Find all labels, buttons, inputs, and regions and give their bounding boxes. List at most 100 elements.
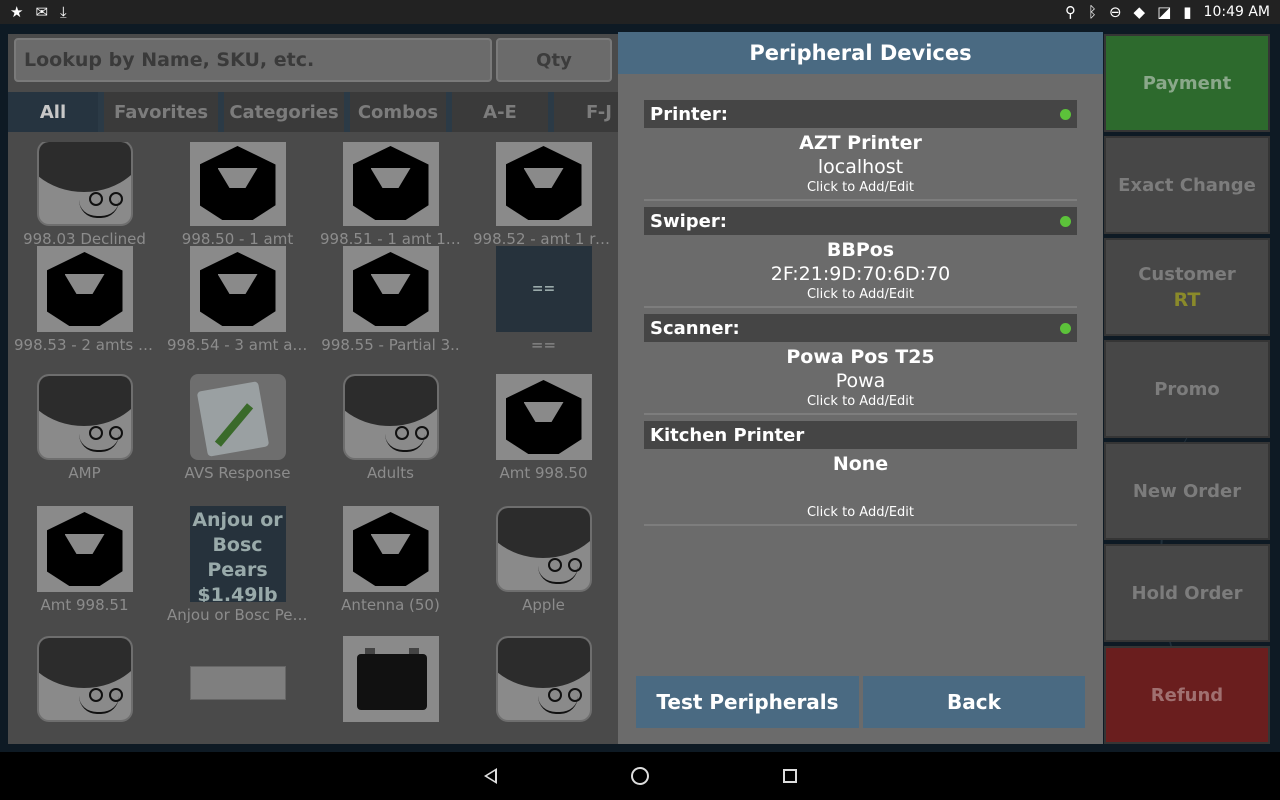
product-tile[interactable]: == == <box>467 246 618 354</box>
logo-shape <box>199 252 276 326</box>
tab-combos[interactable]: Combos <box>350 92 446 132</box>
tab-all[interactable]: All <box>8 92 98 132</box>
product-panel: Qty All Favorites Categories Combos A-E … <box>8 34 618 744</box>
product-logo-icon <box>342 506 439 592</box>
refund-button-label: Refund <box>1150 684 1224 706</box>
product-tile[interactable]: AVS Response <box>161 374 314 482</box>
logo-shape <box>505 146 582 220</box>
hold-order-button[interactable]: Hold Order <box>1104 544 1270 642</box>
peripheral-devices-dialog: Peripheral Devices Printer: AZT Printer … <box>618 32 1103 744</box>
exact-change-button[interactable]: Exact Change <box>1104 136 1270 234</box>
home-icon[interactable] <box>620 756 660 796</box>
product-tile[interactable]: 998.50 - 1 amt <box>161 142 314 248</box>
order-actions: Payment Exact Change Customer RT Promo N… <box>1104 34 1270 744</box>
device-name: None <box>832 453 889 475</box>
product-tile[interactable]: AMP <box>8 374 161 482</box>
product-text-thumb: == <box>495 246 592 332</box>
printer-section[interactable]: Printer: AZT Printer localhost Click to … <box>644 100 1077 201</box>
product-tile[interactable]: Antenna (50) <box>314 506 467 614</box>
product-tile[interactable]: Apple <box>467 506 618 614</box>
add-edit-link[interactable]: Click to Add/Edit <box>644 394 1077 409</box>
scanner-section[interactable]: Scanner: Powa Pos T25 Powa Click to Add/… <box>644 314 1077 415</box>
signal-off-icon: ◪ <box>1157 2 1172 21</box>
do-not-disturb-icon: ⊖ <box>1108 2 1122 21</box>
tab-a-e[interactable]: A-E <box>452 92 548 132</box>
customer-button[interactable]: Customer RT <box>1104 238 1270 336</box>
back-button[interactable]: Back <box>863 676 1085 728</box>
kitchen-printer-section[interactable]: Kitchen Printer None Click to Add/Edit <box>644 421 1077 526</box>
clock: 10:49 AM <box>1203 4 1270 20</box>
payment-button-label: Payment <box>1142 72 1232 94</box>
device-detail: 2F:21:9D:70:6D:70 <box>770 263 951 285</box>
section-header-label: Swiper: <box>650 210 727 232</box>
product-label: 998.55 - Partial 3.. <box>321 336 460 354</box>
logo-shape <box>46 252 123 326</box>
product-logo-icon <box>342 246 439 332</box>
divider <box>644 524 1077 526</box>
product-tile[interactable]: Anjou or Bosc Pears $1.49lb Anjou or Bosc… <box>161 506 314 624</box>
product-label: Adults <box>367 464 414 482</box>
notepad-icon <box>189 374 286 460</box>
logo-shape <box>352 146 429 220</box>
back-icon[interactable] <box>470 756 510 796</box>
product-tile[interactable] <box>467 636 618 722</box>
product-tile[interactable]: 998.53 - 2 amts a.. <box>8 246 161 354</box>
tab-f-j[interactable]: F-J <box>554 92 618 132</box>
star-icon: ★ <box>10 2 24 21</box>
face-feature <box>78 696 119 714</box>
product-tile[interactable] <box>161 636 314 700</box>
refund-button[interactable]: Refund <box>1104 646 1270 744</box>
default-face-icon <box>342 374 439 460</box>
product-grid: 998.03 Declined 998.50 - 1 amt 998.51 - 1 … <box>8 142 618 744</box>
product-tile[interactable] <box>8 636 161 722</box>
device-name: AZT Printer <box>799 132 922 154</box>
product-tile[interactable]: Amt 998.50 <box>467 374 618 482</box>
face-feature <box>78 200 119 218</box>
add-edit-link[interactable]: Click to Add/Edit <box>644 505 1077 520</box>
product-label: Amt 998.51 <box>40 596 129 614</box>
logo-shape <box>199 146 276 220</box>
recents-icon[interactable] <box>770 756 810 796</box>
connected-status-dot <box>1060 215 1071 227</box>
product-tile[interactable] <box>314 636 467 722</box>
wifi-icon: ◆ <box>1133 2 1146 21</box>
payment-button[interactable]: Payment <box>1104 34 1270 132</box>
product-tile[interactable]: 998.55 - Partial 3.. <box>314 246 467 354</box>
product-logo-icon <box>36 506 133 592</box>
face-feature <box>384 434 425 452</box>
add-edit-link[interactable]: Click to Add/Edit <box>644 180 1077 195</box>
product-text-thumb: Anjou or Bosc Pears $1.49lb <box>189 506 286 602</box>
section-header-label: Scanner: <box>650 317 740 339</box>
tab-favorites[interactable]: Favorites <box>104 92 218 132</box>
connected-status-dot <box>1060 108 1071 120</box>
product-tile[interactable]: 998.51 - 1 amt 1 re.. <box>314 142 467 248</box>
tab-categories[interactable]: Categories <box>224 92 344 132</box>
section-header-label: Printer: <box>650 103 728 125</box>
device-name: BBPos <box>826 239 895 261</box>
divider <box>644 413 1077 415</box>
logo-shape <box>505 380 582 454</box>
product-tile[interactable]: Adults <box>314 374 467 482</box>
test-peripherals-button[interactable]: Test Peripherals <box>636 676 859 728</box>
product-tile[interactable]: 998.54 - 3 amt an.. <box>161 246 314 354</box>
add-edit-link[interactable]: Click to Add/Edit <box>644 287 1077 302</box>
product-tile[interactable]: Amt 998.51 <box>8 506 161 614</box>
qty-button[interactable]: Qty <box>496 38 612 82</box>
section-header: Kitchen Printer <box>644 421 1077 449</box>
swiper-section[interactable]: Swiper: BBPos 2F:21:9D:70:6D:70 Click to… <box>644 207 1077 308</box>
product-label: 998.53 - 2 amts a.. <box>14 336 157 354</box>
battery-body <box>356 648 427 710</box>
product-tile[interactable]: 998.52 - amt 1 rec.. <box>467 142 618 248</box>
face-feature <box>537 696 578 714</box>
new-order-button[interactable]: New Order <box>1104 442 1270 540</box>
divider <box>644 199 1077 201</box>
search-input[interactable] <box>14 38 492 82</box>
default-face-icon <box>36 374 133 460</box>
product-logo-icon <box>189 142 286 226</box>
promo-button[interactable]: Promo <box>1104 340 1270 438</box>
product-tile[interactable]: 998.03 Declined <box>8 142 161 248</box>
device-name: Powa Pos T25 <box>786 346 935 368</box>
product-logo-icon <box>495 142 592 226</box>
section-header: Printer: <box>644 100 1077 128</box>
default-face-icon <box>36 142 133 226</box>
